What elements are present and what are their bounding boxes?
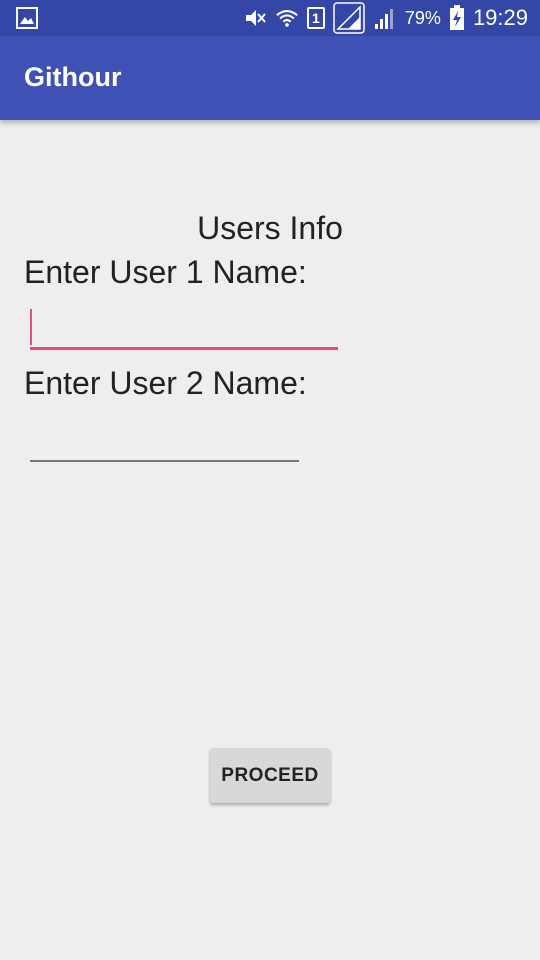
signal-2-icon	[373, 6, 397, 30]
battery-charging-icon	[449, 5, 465, 30]
section-title: Users Info	[197, 210, 343, 246]
user1-name-label: Enter User 1 Name:	[24, 254, 307, 290]
image-notification-icon	[16, 7, 38, 29]
text-cursor	[30, 309, 32, 345]
status-bar: 1 79% 19:29	[0, 0, 540, 36]
sim-icon: 1	[306, 7, 325, 29]
clock: 19:29	[472, 5, 528, 30]
app-bar: Githour	[0, 36, 540, 120]
mute-icon	[243, 6, 267, 30]
user2-name-label: Enter User 2 Name:	[24, 365, 307, 401]
user1-name-input[interactable]	[30, 308, 338, 350]
main-content: Users Info Enter User 1 Name: Enter User…	[0, 120, 540, 960]
battery-percent: 79%	[404, 7, 441, 28]
status-icons: 1 79% 19:29	[243, 0, 528, 36]
app-title: Githour	[24, 62, 122, 92]
signal-1-icon	[333, 2, 365, 34]
proceed-button[interactable]: PROCEED	[210, 748, 330, 803]
user2-name-input[interactable]	[30, 420, 299, 462]
wifi-icon	[275, 6, 299, 30]
